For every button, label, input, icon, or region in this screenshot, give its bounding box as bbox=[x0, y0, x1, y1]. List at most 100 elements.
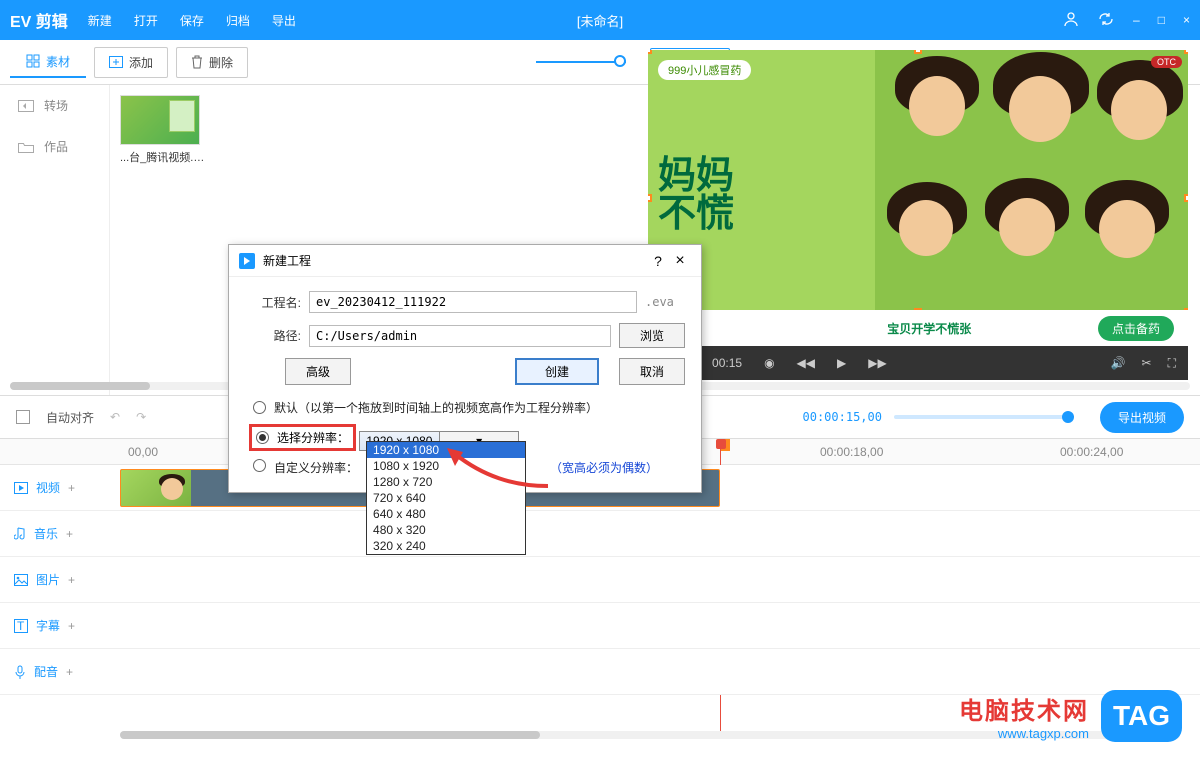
resolution-option[interactable]: 1920 x 1080 bbox=[367, 442, 525, 458]
path-input[interactable] bbox=[309, 325, 611, 347]
auto-align-label: 自动对齐 bbox=[46, 409, 94, 426]
watermark-text: 电脑技术网 bbox=[959, 691, 1089, 726]
track-video-label: 视频 bbox=[36, 479, 60, 496]
advanced-button[interactable]: 高级 bbox=[285, 358, 351, 385]
resolution-option[interactable]: 1080 x 1920 bbox=[367, 458, 525, 474]
ruler-tick: 00,00 bbox=[128, 445, 158, 459]
track-audio-label: 音乐 bbox=[34, 525, 58, 542]
maximize-button[interactable]: □ bbox=[1158, 13, 1165, 27]
preview-panel: 999小儿感冒药 妈妈 不慌 氨酚黄那敏颗粒 OTC 宝贝开学不慌张 点击备药 bbox=[648, 50, 1188, 380]
annotation-highlight: 选择分辨率： bbox=[249, 424, 356, 451]
track-voice: 配音 + bbox=[0, 649, 1200, 695]
zoom-slider[interactable] bbox=[894, 415, 1074, 419]
preview-time-duration: 00:15 bbox=[712, 356, 742, 370]
app-title: EV 剪辑 bbox=[10, 8, 68, 32]
project-name-label: 工程名: bbox=[245, 294, 301, 311]
undo-icon[interactable]: ↶ bbox=[110, 410, 120, 424]
sidebar-item-transition[interactable]: 转场 bbox=[0, 85, 109, 126]
radio-default-label: 默认（以第一个拖放到时间轴上的视频宽高作为工程分辨率） bbox=[274, 399, 598, 416]
menu-save[interactable]: 保存 bbox=[180, 12, 204, 29]
menu-archive[interactable]: 归档 bbox=[226, 12, 250, 29]
add-track-icon[interactable]: + bbox=[68, 481, 75, 495]
track-image-label: 图片 bbox=[36, 571, 60, 588]
thumb-size-slider[interactable] bbox=[536, 61, 626, 63]
project-ext: .eva bbox=[645, 295, 685, 309]
rewind-icon[interactable]: ◀◀ bbox=[797, 356, 815, 370]
add-label: 添加 bbox=[129, 54, 153, 71]
auto-align-checkbox[interactable] bbox=[16, 410, 30, 424]
sidebar-item-label: 转场 bbox=[44, 97, 68, 114]
path-label: 路径: bbox=[245, 327, 301, 344]
browse-button[interactable]: 浏览 bbox=[619, 323, 685, 348]
sync-icon[interactable] bbox=[1097, 12, 1115, 29]
stop-icon[interactable]: ◉ bbox=[764, 356, 774, 370]
play-icon[interactable]: ▶ bbox=[837, 356, 846, 370]
delete-label: 删除 bbox=[209, 54, 233, 71]
dialog-close-button[interactable]: × bbox=[669, 252, 691, 270]
radio-default[interactable] bbox=[253, 401, 266, 414]
menu-export[interactable]: 导出 bbox=[272, 12, 296, 29]
help-button[interactable]: ? bbox=[647, 253, 669, 269]
track-subtitle-label: 字幕 bbox=[36, 617, 60, 634]
radio-custom-label: 自定义分辨率： bbox=[274, 459, 358, 476]
preview-frame: 999小儿感冒药 妈妈 不慌 氨酚黄那敏颗粒 OTC 宝贝开学不慌张 点击备药 bbox=[648, 50, 1188, 346]
add-track-icon[interactable]: + bbox=[68, 573, 75, 587]
add-track-icon[interactable]: + bbox=[68, 619, 75, 633]
preview-slogan: 宝贝开学不慌张 bbox=[887, 320, 971, 337]
export-video-button[interactable]: 导出视频 bbox=[1100, 402, 1184, 433]
media-thumbnail bbox=[120, 95, 200, 145]
timeline-time: 00:00:15,00 bbox=[803, 410, 882, 424]
ruler-tick: 00:00:18,00 bbox=[820, 445, 883, 459]
watermark: 电脑技术网 www.tagxp.com TAG bbox=[959, 690, 1182, 742]
dialog-title: 新建工程 bbox=[263, 252, 311, 269]
radio-select-label: 选择分辨率： bbox=[277, 429, 349, 446]
radio-custom[interactable] bbox=[253, 459, 266, 472]
create-button[interactable]: 创建 bbox=[515, 358, 599, 385]
volume-icon[interactable]: 🔊 bbox=[1111, 356, 1126, 371]
preview-cta: 点击备药 bbox=[1098, 316, 1174, 341]
new-project-dialog: 新建工程 ? × 工程名: .eva 路径: 浏览 高级 创建 取消 默认（以第… bbox=[228, 244, 702, 493]
project-name-input[interactable] bbox=[309, 291, 637, 313]
minimize-button[interactable]: – bbox=[1133, 13, 1140, 27]
tab-material[interactable]: 素材 bbox=[10, 47, 86, 78]
media-item[interactable]: ...台_腾讯视频.mp4 bbox=[120, 95, 210, 165]
user-icon[interactable] bbox=[1063, 11, 1079, 30]
redo-icon[interactable]: ↷ bbox=[136, 410, 146, 424]
preview-brand: 999小儿感冒药 bbox=[658, 60, 751, 80]
add-track-icon[interactable]: + bbox=[66, 665, 73, 679]
radio-select[interactable] bbox=[256, 431, 269, 444]
otc-badge: OTC bbox=[1151, 56, 1182, 68]
fullscreen-icon[interactable]: ⛶ bbox=[1168, 356, 1176, 371]
add-track-icon[interactable]: + bbox=[66, 527, 73, 541]
preview-controls: 00:00 00:15 ◉ ◀◀ ▶ ▶▶ 🔊 ✂ ⛶ bbox=[648, 346, 1188, 380]
tab-material-label: 素材 bbox=[46, 53, 70, 70]
track-subtitle: T 字幕 + bbox=[0, 603, 1200, 649]
snapshot-icon[interactable]: ✂ bbox=[1142, 356, 1152, 371]
sidebar: 转场 作品 bbox=[0, 85, 110, 395]
watermark-url: www.tagxp.com bbox=[959, 726, 1089, 741]
resolution-option[interactable]: 640 x 480 bbox=[367, 506, 525, 522]
close-button[interactable]: × bbox=[1183, 13, 1190, 27]
resolution-option[interactable]: 720 x 640 bbox=[367, 490, 525, 506]
resolution-dropdown-list[interactable]: 1920 x 1080 1080 x 1920 1280 x 720 720 x… bbox=[366, 441, 526, 555]
forward-icon[interactable]: ▶▶ bbox=[868, 356, 886, 370]
menu-new[interactable]: 新建 bbox=[88, 12, 112, 29]
cancel-button[interactable]: 取消 bbox=[619, 358, 685, 385]
resolution-option[interactable]: 1280 x 720 bbox=[367, 474, 525, 490]
titlebar: EV 剪辑 新建 打开 保存 归档 导出 [未命名] – □ × bbox=[0, 0, 1200, 40]
resolution-option[interactable]: 480 x 320 bbox=[367, 522, 525, 538]
menu-open[interactable]: 打开 bbox=[134, 12, 158, 29]
document-title: [未命名] bbox=[577, 11, 623, 30]
watermark-tag: TAG bbox=[1101, 690, 1182, 742]
preview-people: OTC bbox=[875, 50, 1188, 310]
sidebar-item-works[interactable]: 作品 bbox=[0, 126, 109, 167]
add-button[interactable]: 添加 bbox=[94, 47, 168, 78]
track-image: 图片 + bbox=[0, 557, 1200, 603]
media-filename: ...台_腾讯视频.mp4 bbox=[120, 149, 208, 165]
dialog-icon bbox=[239, 253, 255, 269]
delete-button[interactable]: 删除 bbox=[176, 47, 248, 78]
resolution-option[interactable]: 320 x 240 bbox=[367, 538, 525, 554]
ruler-tick: 00:00:24,00 bbox=[1060, 445, 1123, 459]
main-menu: 新建 打开 保存 归档 导出 bbox=[88, 12, 296, 29]
track-audio: 音乐 + bbox=[0, 511, 1200, 557]
